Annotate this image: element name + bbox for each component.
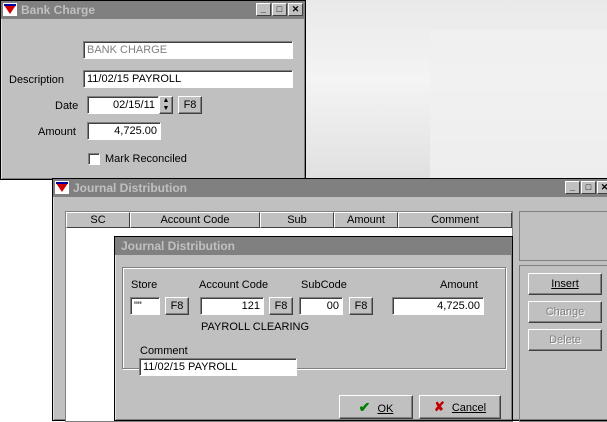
column-header-sub[interactable]: Sub: [260, 212, 334, 228]
amount-label: Amount: [38, 126, 76, 138]
minimize-button[interactable]: _: [565, 181, 580, 194]
cancel-button[interactable]: ✘ Cancel: [419, 395, 501, 419]
insert-label: Insert: [551, 278, 579, 290]
journal-titlebar[interactable]: Journal Distribution _ □ ✕: [53, 179, 607, 197]
cancel-x-icon: ✘: [433, 399, 445, 414]
delete-button[interactable]: Delete: [528, 329, 602, 351]
comment-label: Comment: [140, 345, 188, 357]
cancel-label: Cancel: [451, 402, 487, 414]
bank-charge-title: Bank Charge: [21, 3, 96, 17]
amount-label: Amount: [440, 279, 478, 291]
date-lookup-button[interactable]: F8: [178, 96, 202, 114]
store-label: Store: [131, 279, 158, 291]
journal-dialog-titlebar[interactable]: Journal Distribution: [115, 237, 512, 255]
subcode-input[interactable]: 00: [299, 297, 343, 315]
store-lookup-button[interactable]: F8: [165, 297, 189, 315]
column-header-sc[interactable]: SC: [66, 212, 130, 228]
ok-label: OK: [377, 403, 394, 415]
reconciled-checkbox[interactable]: [88, 153, 100, 165]
column-header-comment[interactable]: Comment: [398, 212, 512, 228]
change-button[interactable]: Change: [528, 301, 602, 323]
app-logo-icon: [55, 181, 69, 194]
description-label: Description: [9, 74, 65, 86]
amount-input[interactable]: 4,725.00: [392, 297, 484, 315]
account-name-text: PAYROLL CLEARING: [201, 321, 309, 333]
account-lookup-button[interactable]: F8: [269, 297, 293, 315]
minimize-button[interactable]: _: [256, 3, 271, 16]
check-icon: ✔: [358, 399, 371, 415]
app-logo-icon: [3, 3, 17, 16]
bank-charge-window: Bank Charge _ □ ✕ BANK CHARGE Descriptio…: [0, 0, 306, 180]
journal-entry-dialog: Journal Distribution Store Account Code …: [114, 236, 513, 421]
date-input[interactable]: 02/15/11: [87, 96, 159, 114]
journal-dialog-title: Journal Distribution: [121, 239, 235, 253]
maximize-button[interactable]: □: [581, 181, 596, 194]
store-input[interactable]: "": [130, 297, 160, 315]
comment-input[interactable]: 11/02/15 PAYROLL: [139, 358, 297, 376]
account-code-input[interactable]: 121: [200, 297, 264, 315]
close-button[interactable]: ✕: [597, 181, 607, 194]
date-label: Date: [55, 100, 79, 112]
subcode-lookup-button[interactable]: F8: [349, 297, 373, 315]
date-spinner[interactable]: ▲ ▼: [159, 96, 173, 114]
amount-input[interactable]: 4,725.00: [87, 122, 161, 140]
reconciled-label: Mark Reconciled: [105, 153, 187, 165]
action-panel: [519, 211, 607, 261]
background-blur: [430, 30, 607, 180]
account-code-label: Account Code: [199, 279, 269, 291]
charge-type-field: BANK CHARGE: [83, 41, 293, 59]
column-header-account-code[interactable]: Account Code: [130, 212, 260, 228]
ok-button[interactable]: ✔ OK: [339, 395, 413, 419]
description-input[interactable]: 11/02/15 PAYROLL: [83, 70, 293, 88]
close-button[interactable]: ✕: [288, 3, 303, 16]
bank-charge-titlebar[interactable]: Bank Charge _ □ ✕: [1, 1, 305, 19]
insert-button[interactable]: Insert: [528, 273, 602, 295]
journal-title: Journal Distribution: [73, 181, 187, 195]
maximize-button[interactable]: □: [272, 3, 287, 16]
subcode-label: SubCode: [301, 279, 347, 291]
column-header-amount[interactable]: Amount: [334, 212, 398, 228]
